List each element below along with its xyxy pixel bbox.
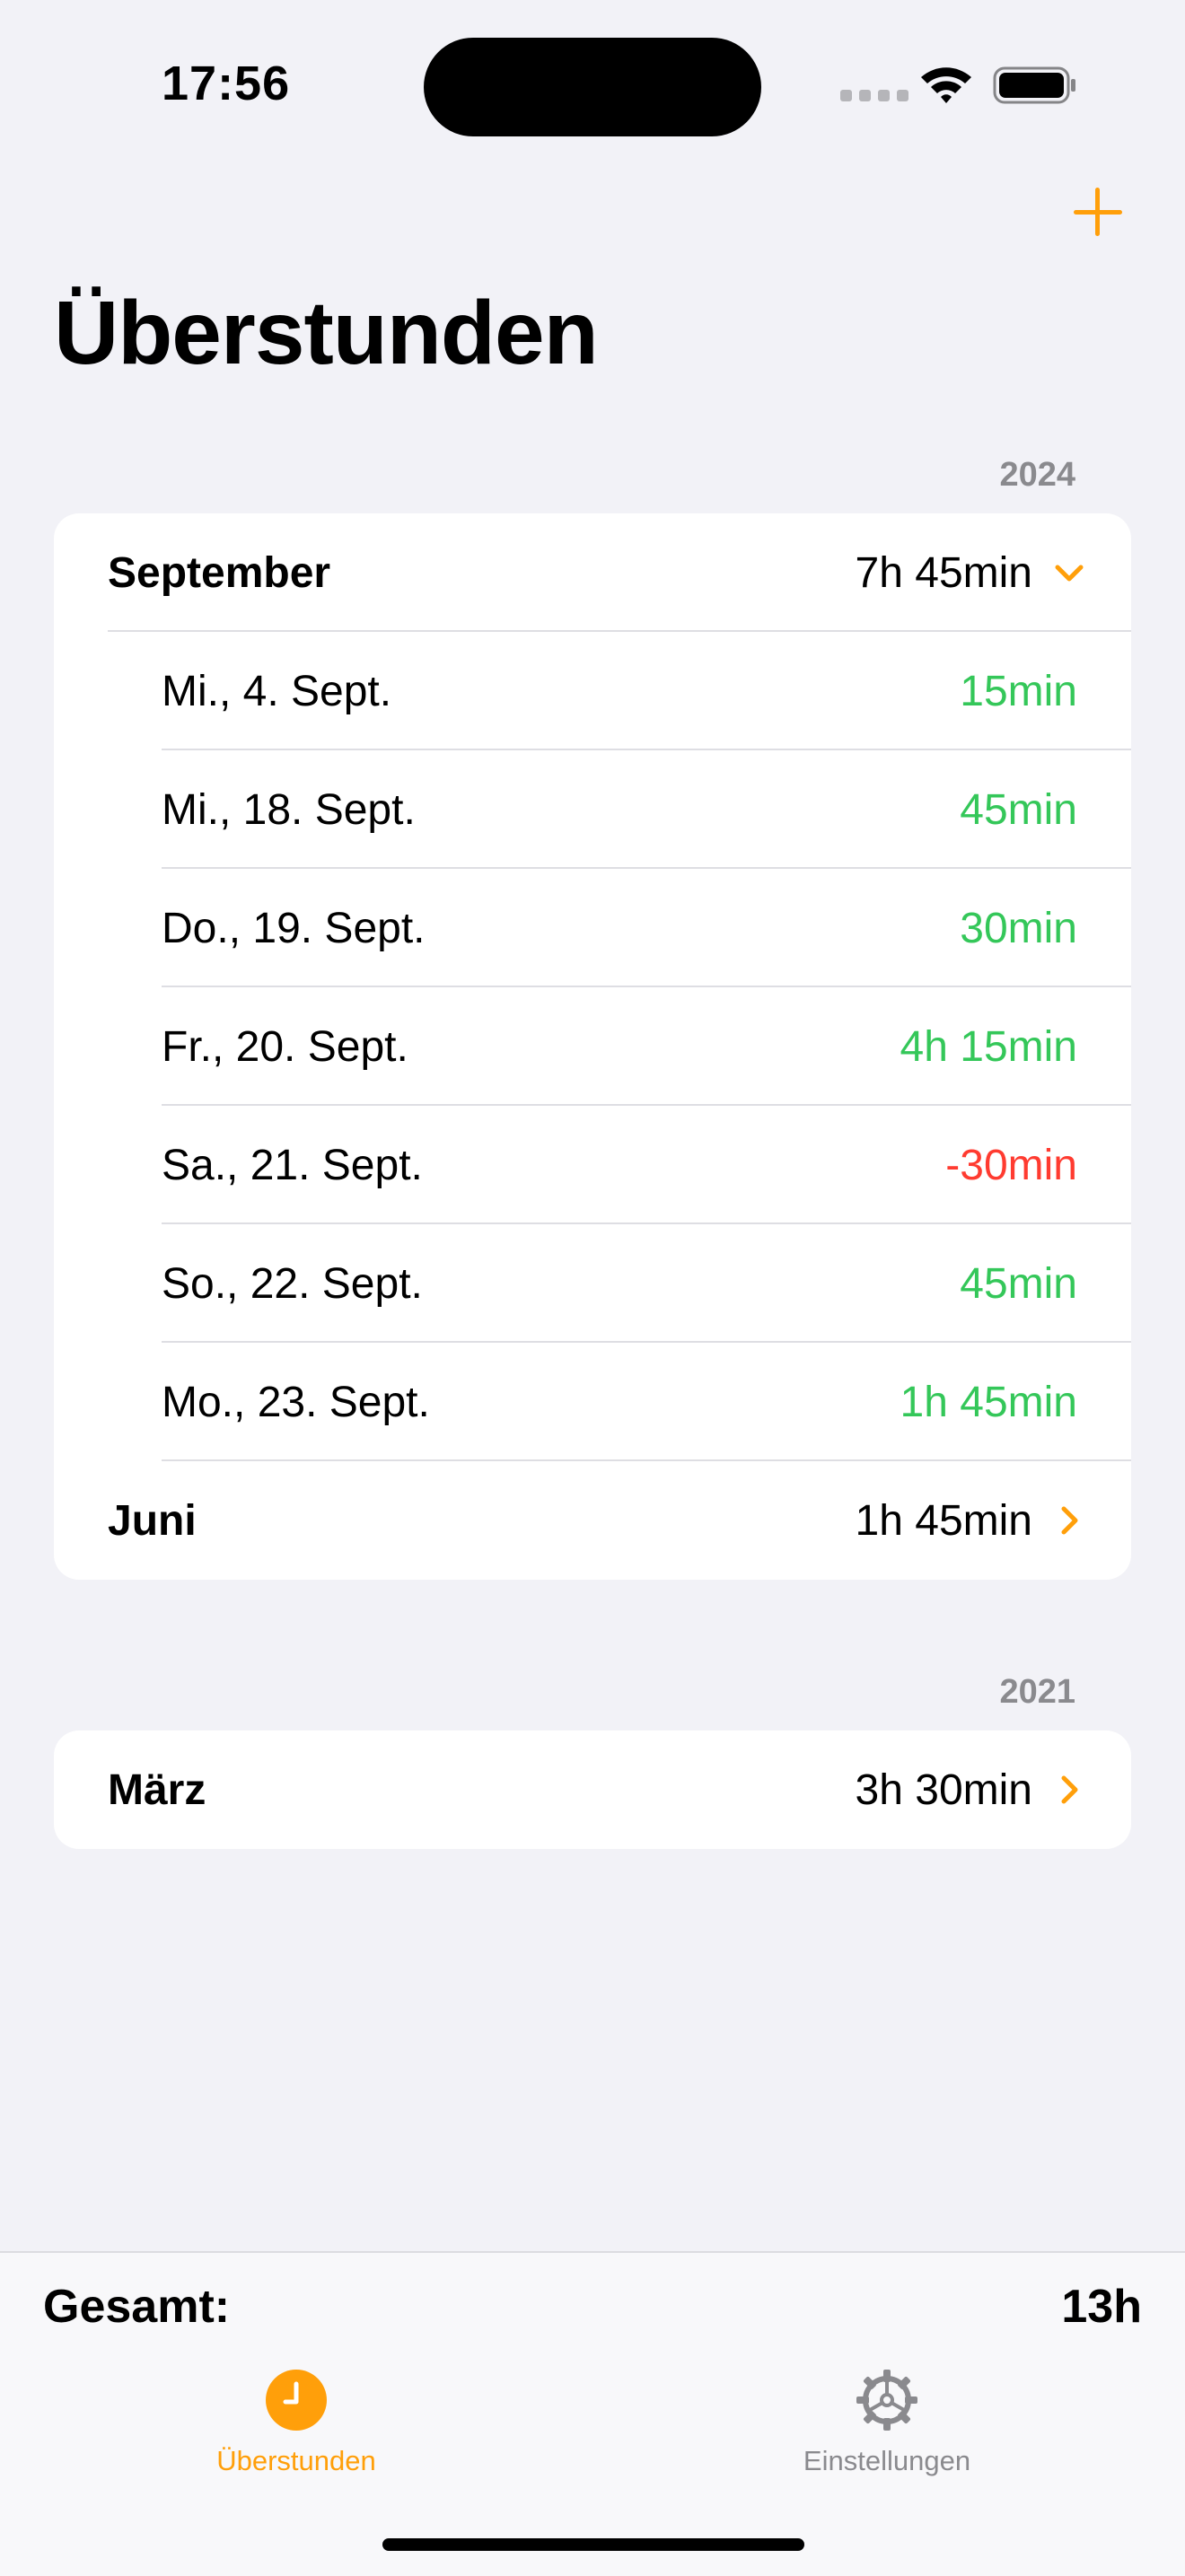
cellular-signal-icon bbox=[840, 90, 908, 101]
status-time: 17:56 bbox=[162, 57, 291, 110]
chevron-right-icon bbox=[1061, 1775, 1078, 1804]
month-row-juni[interactable]: Juni 1h 45min bbox=[54, 1461, 1131, 1580]
day-row[interactable]: So., 22. Sept. 45min bbox=[54, 1224, 1131, 1343]
month-total: 7h 45min bbox=[855, 548, 1032, 597]
day-overtime: 1h 45min bbox=[900, 1378, 1077, 1426]
month-row-september[interactable]: September 7h 45min bbox=[54, 513, 1131, 632]
wifi-icon bbox=[921, 67, 971, 103]
month-total: 3h 30min bbox=[855, 1766, 1032, 1814]
month-label: März bbox=[108, 1766, 206, 1814]
tab-einstellungen[interactable]: Einstellungen bbox=[743, 2368, 1031, 2477]
tab-label: Überstunden bbox=[216, 2445, 376, 2476]
day-row[interactable]: Mi., 18. Sept. 45min bbox=[54, 750, 1131, 869]
day-overtime: 45min bbox=[960, 785, 1077, 834]
total-label: Gesamt: bbox=[43, 2281, 231, 2333]
battery-icon bbox=[993, 66, 1075, 104]
day-date: Mi., 18. Sept. bbox=[162, 785, 416, 834]
chevron-down-icon bbox=[1055, 565, 1084, 582]
tab-label: Einstellungen bbox=[803, 2445, 971, 2476]
home-indicator bbox=[382, 2538, 804, 2551]
section-header-2021: 2021 bbox=[999, 1673, 1075, 1711]
tab-ueberstunden[interactable]: Überstunden bbox=[153, 2368, 440, 2477]
day-overtime: 15min bbox=[960, 667, 1077, 715]
dynamic-island bbox=[424, 38, 761, 136]
month-total: 1h 45min bbox=[855, 1496, 1032, 1545]
day-row[interactable]: Mo., 23. Sept. 1h 45min bbox=[54, 1343, 1131, 1461]
gear-icon bbox=[856, 2370, 917, 2431]
day-overtime: 45min bbox=[960, 1259, 1077, 1308]
day-row[interactable]: Mi., 4. Sept. 15min bbox=[54, 632, 1131, 750]
day-date: Do., 19. Sept. bbox=[162, 904, 426, 952]
day-date: Mo., 23. Sept. bbox=[162, 1378, 430, 1426]
total-value: 13h bbox=[1061, 2281, 1142, 2333]
status-bar: 17:56 bbox=[0, 0, 1185, 171]
month-label: September bbox=[108, 548, 331, 597]
bottom-panel: Gesamt: 13h Überstunden Einstellungen bbox=[0, 2251, 1185, 2576]
day-overtime: 30min bbox=[960, 904, 1077, 952]
day-date: Fr., 20. Sept. bbox=[162, 1022, 408, 1071]
day-overtime: 4h 15min bbox=[900, 1022, 1077, 1071]
day-row[interactable]: Fr., 20. Sept. 4h 15min bbox=[54, 987, 1131, 1106]
day-row[interactable]: Sa., 21. Sept. -30min bbox=[54, 1106, 1131, 1224]
day-overtime: -30min bbox=[945, 1141, 1077, 1189]
chevron-right-icon bbox=[1061, 1506, 1078, 1535]
section-header-2024: 2024 bbox=[999, 456, 1075, 494]
clock-icon bbox=[266, 2370, 327, 2431]
section-card-2021: März 3h 30min bbox=[54, 1730, 1131, 1849]
section-card-2024: September 7h 45min Mi., 4. Sept. 15min M… bbox=[54, 513, 1131, 1580]
day-date: Mi., 4. Sept. bbox=[162, 667, 392, 715]
month-row-maerz[interactable]: März 3h 30min bbox=[54, 1730, 1131, 1849]
month-label: Juni bbox=[108, 1496, 197, 1545]
day-date: So., 22. Sept. bbox=[162, 1259, 423, 1308]
add-entry-button[interactable] bbox=[1070, 184, 1126, 240]
day-row[interactable]: Do., 19. Sept. 30min bbox=[54, 869, 1131, 987]
page-title: Überstunden bbox=[54, 283, 599, 383]
day-date: Sa., 21. Sept. bbox=[162, 1141, 423, 1189]
